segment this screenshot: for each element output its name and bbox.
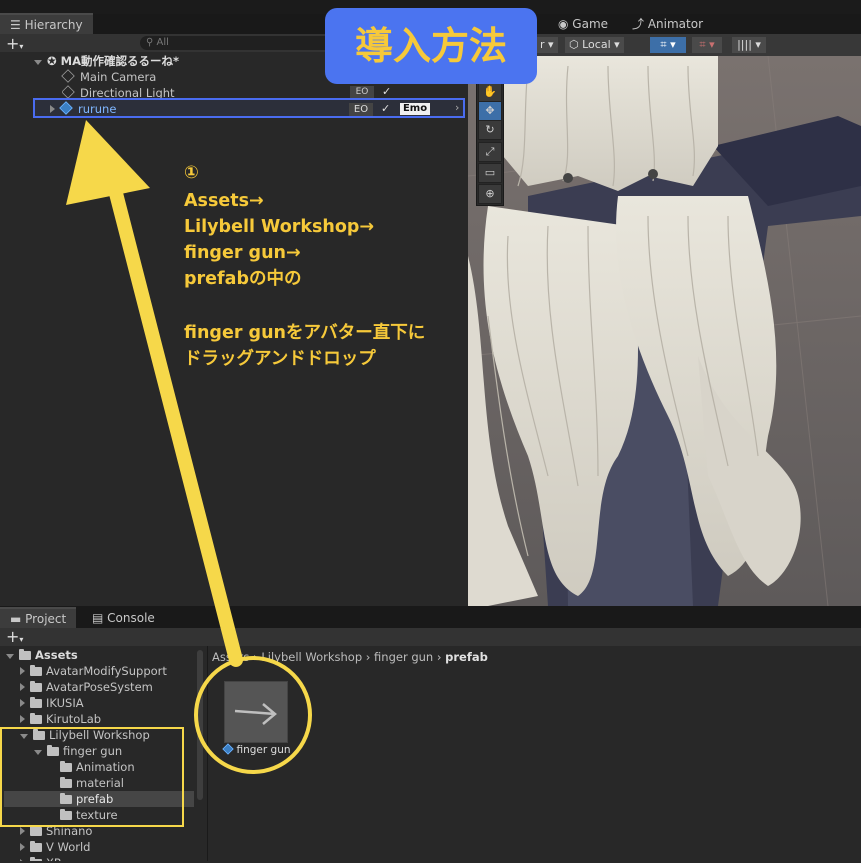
expand-arrow-icon[interactable] xyxy=(34,60,42,65)
scene-viewport[interactable] xyxy=(468,56,861,606)
tree-item-avatarmodifysupport[interactable]: AvatarModifySupport xyxy=(20,663,167,679)
grid-snap-button[interactable]: ⌗ ▾ xyxy=(650,37,686,53)
breadcrumb-separator: › xyxy=(362,650,375,664)
hierarchy-icon: ☰ xyxy=(10,18,25,32)
folder-icon xyxy=(30,825,42,836)
title-badge-text: 導入方法 xyxy=(354,24,507,68)
hierarchy-item-directional-light[interactable]: Directional Light xyxy=(62,85,175,98)
annotation-line: finger gunをアバター直下に xyxy=(184,323,426,343)
animator-icon: ⤴ xyxy=(632,17,648,31)
folder-icon xyxy=(30,713,42,724)
expand-arrow-icon[interactable] xyxy=(20,683,25,691)
annotation-line: Lilybell Workshop→ xyxy=(184,217,375,237)
eo-tag: EO xyxy=(350,86,374,98)
pivot-dropdown[interactable]: r ▾ xyxy=(536,37,558,53)
breadcrumb-item[interactable]: prefab xyxy=(445,650,488,664)
folder-icon xyxy=(19,649,31,660)
asset-highlight-circle xyxy=(194,656,312,774)
tree-item-assets[interactable]: Assets xyxy=(6,647,78,663)
annotation-line: ドラッグアンドドロップ xyxy=(184,349,376,369)
transform-tool-icon[interactable]: ⊕ xyxy=(478,184,502,204)
project-add-button[interactable]: +▾ xyxy=(6,627,23,646)
expand-arrow-icon[interactable] xyxy=(20,715,25,723)
annotation-line: prefabの中の xyxy=(184,269,302,289)
annotation-line: Assets→ xyxy=(184,191,264,211)
chevron-right-icon[interactable]: › xyxy=(455,101,459,114)
tree-item-xr[interactable]: XR xyxy=(20,855,62,861)
tree-item-v-world[interactable]: V World xyxy=(20,839,90,855)
folder-icon: ▬ xyxy=(10,612,26,626)
gameobject-icon xyxy=(62,85,75,98)
console-icon: ▤ xyxy=(92,611,108,625)
folder-icon xyxy=(30,697,42,708)
tab-console[interactable]: ▤ Console xyxy=(82,608,165,628)
folder-icon xyxy=(30,841,42,852)
expand-arrow-icon[interactable] xyxy=(20,667,25,675)
expand-arrow-icon[interactable] xyxy=(20,843,25,851)
gameobject-icon xyxy=(61,69,75,83)
increment-snap-button[interactable]: ⌗ ▾ xyxy=(692,37,722,53)
eo-tag: EO xyxy=(349,103,373,116)
local-dropdown[interactable]: ⬡ Local ▾ xyxy=(565,37,624,53)
cube-icon: ⬡ xyxy=(569,38,583,51)
tree-item-ikusia[interactable]: IKUSIA xyxy=(20,695,84,711)
folder-icon xyxy=(30,665,42,676)
add-button[interactable]: +▾ xyxy=(6,34,23,53)
emo-badge: Emo xyxy=(400,103,430,115)
annotation-step: ① xyxy=(184,163,199,183)
expand-arrow-icon[interactable] xyxy=(20,699,25,707)
tab-animator[interactable]: ⤴ Animator xyxy=(622,14,713,34)
breadcrumb-item[interactable]: finger gun xyxy=(374,650,433,664)
tree-item-avatarposesystem[interactable]: AvatarPoseSystem xyxy=(20,679,153,695)
prefab-icon xyxy=(59,101,73,115)
hierarchy-item-main-camera[interactable]: Main Camera xyxy=(61,69,156,85)
expand-arrow-icon[interactable] xyxy=(50,105,55,113)
expand-arrow-icon[interactable] xyxy=(20,827,25,835)
project-toolbar xyxy=(0,628,861,646)
expand-arrow-icon[interactable] xyxy=(6,654,14,659)
rotate-tool-icon[interactable]: ↻ xyxy=(478,120,502,140)
tab-game[interactable]: ◉ Game xyxy=(548,14,618,34)
breadcrumb-separator: › xyxy=(433,650,446,664)
folder-icon xyxy=(30,681,42,692)
tree-item-kirutolab[interactable]: KirutoLab xyxy=(20,711,101,727)
hand-tool-icon[interactable]: ✋ xyxy=(478,82,502,102)
rect-tool-icon[interactable]: ▭ xyxy=(478,163,502,183)
tree-highlight-box xyxy=(0,727,184,827)
move-tool-icon[interactable]: ✥ xyxy=(478,101,502,121)
active-check[interactable]: ✓ xyxy=(381,102,390,115)
annotation-line: finger gun→ xyxy=(184,243,301,263)
scene-row[interactable]: ✪ MA動作確認るるーね* xyxy=(34,53,179,69)
search-icon: ⚲ xyxy=(146,37,157,48)
unity-scene-icon: ✪ xyxy=(47,54,61,68)
ruler-button[interactable]: |||| ▾ xyxy=(732,37,766,53)
avatar-render xyxy=(468,56,861,606)
tab-project[interactable]: ▬ Project xyxy=(0,607,77,629)
rurune-label-row[interactable]: rurune xyxy=(50,101,116,117)
scale-tool-icon[interactable]: ⤢ xyxy=(478,142,502,162)
active-check[interactable]: ✓ xyxy=(382,85,391,98)
gamepad-icon: ◉ xyxy=(558,17,573,31)
tab-hierarchy[interactable]: ☰ Hierarchy xyxy=(0,13,93,35)
